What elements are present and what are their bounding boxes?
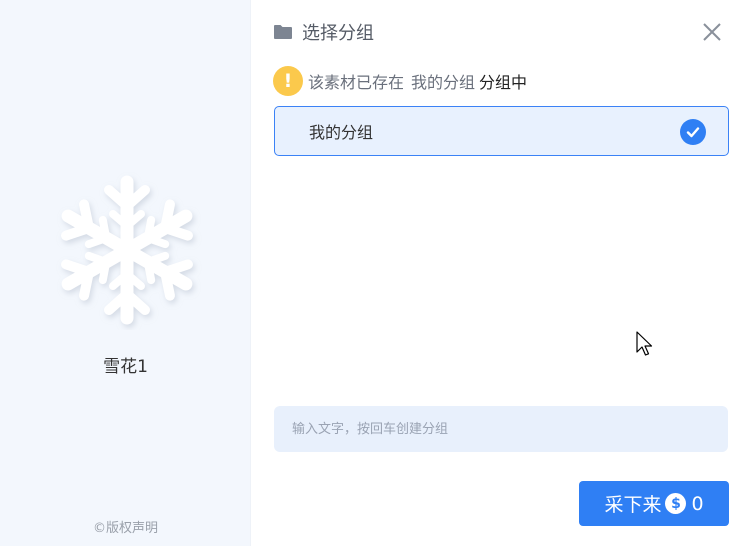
close-icon: [703, 23, 721, 41]
collect-button[interactable]: 采下来 $ 0: [579, 481, 729, 526]
notice-group-name: 我的分组: [411, 73, 476, 92]
checkmark-icon: [680, 119, 706, 145]
collect-button-label: 采下来: [604, 494, 662, 516]
mouse-cursor-icon: [636, 331, 653, 356]
coin-icon: $: [665, 493, 687, 514]
select-group-dialog: 雪花1 ©版权声明 选择分组 ! 该素材已存在 我的分组 分组中 我的分组 输入…: [0, 0, 752, 546]
notice-suffix: 分组中: [479, 73, 528, 92]
folder-icon: [274, 25, 292, 39]
group-item-my-group[interactable]: 我的分组: [274, 106, 729, 156]
copyright-link[interactable]: ©版权声明: [0, 517, 251, 536]
material-name: 雪花1: [103, 357, 148, 377]
close-button[interactable]: [700, 20, 724, 44]
already-exists-notice: ! 该素材已存在 我的分组 分组中: [273, 66, 527, 96]
dialog-title: 选择分组: [302, 23, 374, 44]
snowflake-image: [47, 175, 207, 330]
material-preview-panel: 雪花1 ©版权声明: [0, 0, 251, 546]
new-group-input[interactable]: [274, 406, 728, 452]
group-item-label: 我的分组: [309, 123, 374, 142]
collect-cost: 0: [691, 492, 704, 515]
warning-icon: !: [273, 66, 303, 96]
group-selection-panel: 选择分组 ! 该素材已存在 我的分组 分组中 我的分组 采下来 $: [251, 0, 752, 546]
dialog-header: 选择分组: [273, 20, 374, 44]
notice-text: 该素材已存在: [308, 73, 405, 92]
